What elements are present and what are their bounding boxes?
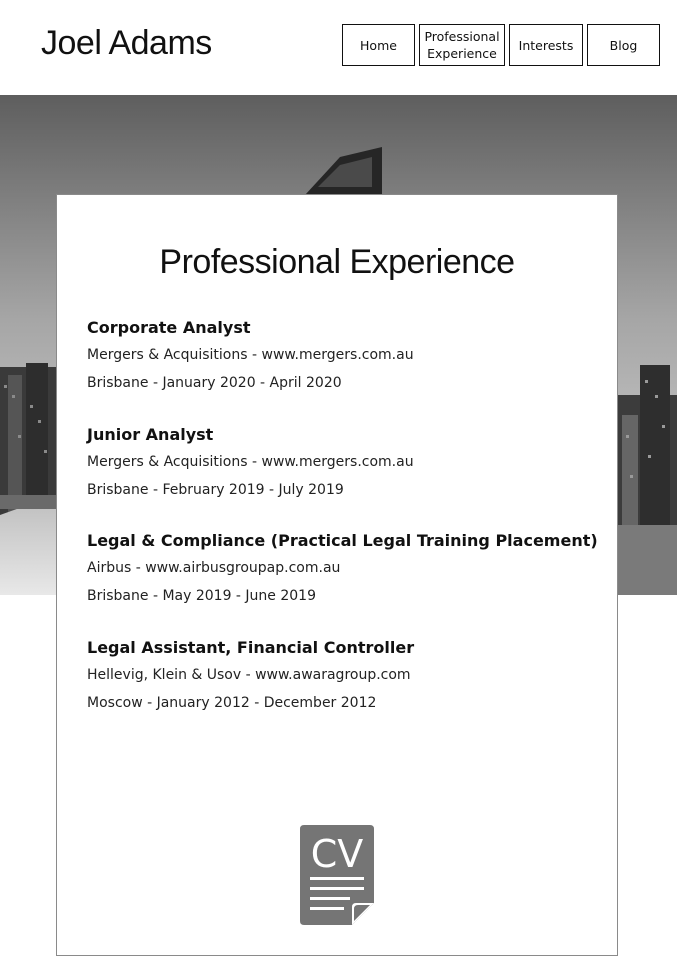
cv-icon-text: CV — [311, 832, 364, 876]
nav-interests-button[interactable]: Interests — [509, 24, 583, 66]
job-company: Mergers & Acquisitions - www.mergers.com… — [87, 454, 414, 470]
nav-blog-label: Blog — [609, 37, 638, 53]
job-company: Airbus - www.airbusgroupap.com.au — [87, 560, 341, 576]
job-location-dates: Brisbane - January 2020 - April 2020 — [87, 375, 342, 391]
cv-document-icon[interactable]: CV — [300, 825, 374, 925]
nav-interests-label: Interests — [518, 37, 574, 53]
page-title: Professional Experience — [159, 243, 515, 281]
job-entry: Corporate Analyst Mergers & Acquisitions… — [87, 315, 597, 397]
job-entry: Legal Assistant, Financial Controller He… — [87, 635, 597, 717]
nav-professional-experience-label-line2: Experience — [427, 46, 497, 61]
nav-blog-button[interactable]: Blog — [587, 24, 660, 66]
professional-experience-card: Professional Experience Corporate Analys… — [56, 194, 618, 956]
nav-professional-experience-button[interactable]: Professional Experience — [419, 24, 505, 66]
job-company: Hellevig, Klein & Usov - www.awaragroup.… — [87, 667, 411, 683]
nav-home-label: Home — [360, 37, 397, 53]
job-entry: Junior Analyst Mergers & Acquisitions - … — [87, 422, 597, 504]
job-title: Corporate Analyst — [87, 318, 251, 337]
site-title[interactable]: Joel Adams — [41, 24, 212, 63]
site-header: Joel Adams Home Professional Experience … — [0, 0, 677, 95]
nav-professional-experience-label: Professional Experience — [424, 28, 499, 62]
job-company: Mergers & Acquisitions - www.mergers.com… — [87, 347, 414, 363]
job-location-dates: Brisbane - February 2019 - July 2019 — [87, 482, 344, 498]
job-location-dates: Brisbane - May 2019 - June 2019 — [87, 588, 316, 604]
job-location-dates: Moscow - January 2012 - December 2012 — [87, 695, 377, 711]
nav-professional-experience-label-line1: Professional — [424, 29, 500, 44]
cv-document-graphic: CV — [300, 825, 374, 925]
nav-home-button[interactable]: Home — [342, 24, 415, 66]
job-title: Junior Analyst — [87, 425, 214, 444]
job-title: Legal Assistant, Financial Controller — [87, 638, 415, 657]
job-entry: Legal & Compliance (Practical Legal Trai… — [87, 528, 598, 610]
job-title: Legal & Compliance (Practical Legal Trai… — [87, 531, 598, 550]
